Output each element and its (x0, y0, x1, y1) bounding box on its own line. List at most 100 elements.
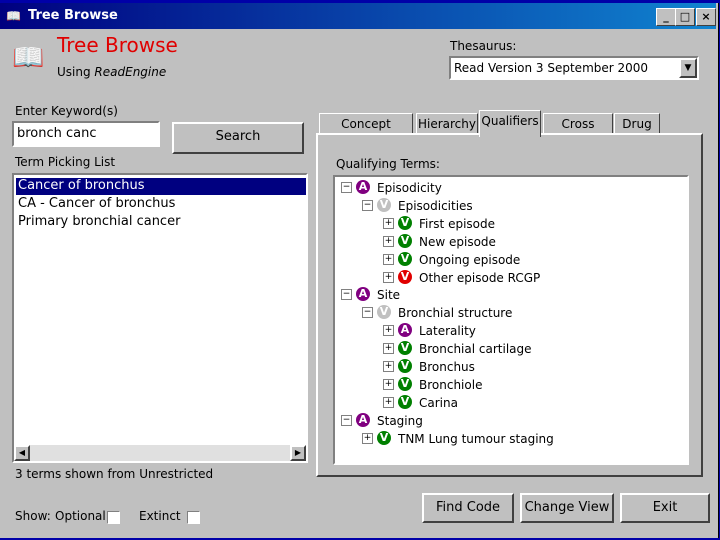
attribute-badge-icon: A (356, 412, 370, 427)
value-badge-icon: V (377, 430, 391, 445)
tree-node[interactable]: + V Carina (335, 394, 685, 412)
qualifier-tree[interactable]: − A Episodicity − V Episodicities + V First epis… (333, 175, 689, 465)
extinct-label: Extinct (139, 509, 181, 523)
expand-icon[interactable]: + (362, 432, 373, 444)
attribute-badge-icon: A (398, 323, 412, 338)
tree-node[interactable]: − V Bronchial structure (335, 304, 685, 322)
value-badge-icon: V (398, 215, 412, 230)
list-item[interactable]: Cancer of bronchus (16, 178, 306, 195)
thesaurus-value: Read Version 3 September 2000 (454, 61, 649, 75)
keyword-label: Enter Keyword(s) (15, 104, 118, 118)
expand-icon[interactable]: + (383, 271, 394, 283)
expand-icon[interactable]: + (383, 361, 394, 372)
picklist-label: Term Picking List (15, 155, 116, 169)
collapse-icon[interactable]: − (362, 307, 373, 319)
value-badge-icon: V (398, 233, 412, 248)
tree-node[interactable]: + V First episode (335, 215, 685, 233)
tab-qualifiers[interactable]: Qualifiers (479, 110, 541, 137)
tree-node[interactable]: − A Episodicity (335, 179, 685, 197)
using-line: Using ReadEngine (57, 65, 166, 79)
using-label: Using (57, 65, 91, 79)
exit-button[interactable]: Exit (620, 493, 710, 523)
tree-node[interactable]: + V New episode (335, 233, 685, 251)
tree-node[interactable]: + V TNM Lung tumour staging (335, 430, 685, 448)
attribute-badge-icon: A (356, 180, 370, 194)
optional-label: Optional (55, 509, 106, 523)
tree-node[interactable]: − V Episodicities (335, 197, 685, 215)
thesaurus-label: Thesaurus: (450, 39, 517, 53)
find-code-button[interactable]: Find Code (422, 493, 514, 523)
collapse-icon[interactable]: − (341, 414, 352, 426)
expand-icon[interactable]: + (383, 325, 394, 337)
tree-node[interactable]: + V Bronchiole (335, 376, 685, 394)
collapse-icon[interactable]: − (341, 182, 352, 193)
tree-node-label: TNM Lung tumour staging (398, 431, 554, 446)
thesaurus-select[interactable]: Read Version 3 September 2000 ▼ (449, 56, 699, 80)
tree-node-label: Laterality (419, 324, 476, 339)
value-badge-icon: V (377, 305, 391, 320)
close-button[interactable]: × (696, 8, 716, 26)
maximize-button[interactable]: □ (675, 8, 695, 26)
chevron-down-icon[interactable]: ▼ (679, 58, 697, 78)
collapse-icon[interactable]: − (362, 199, 373, 211)
qualifying-terms-label: Qualifying Terms: (336, 157, 440, 171)
tree-node-label: Bronchial structure (398, 306, 513, 321)
tree-node-label: New episode (419, 234, 496, 249)
tree-node[interactable]: + V Bronchial cartilage (335, 340, 685, 358)
expand-icon[interactable]: + (383, 396, 394, 408)
horizontal-scrollbar[interactable]: ◀ ▶ (14, 445, 306, 461)
expand-icon[interactable]: + (383, 253, 394, 265)
tree-node-label: Bronchus (419, 360, 475, 374)
tree-node-label: First episode (419, 216, 495, 231)
tree-node-label: Ongoing episode (419, 252, 521, 267)
value-badge-icon: V (398, 269, 412, 284)
tree-node[interactable]: + A Laterality (335, 322, 685, 340)
tree-node-label: Staging (377, 413, 423, 428)
tree-node[interactable]: − A Staging (335, 412, 685, 430)
tree-node-label: Episodicity (377, 181, 442, 195)
tree-node-label: Bronchial cartilage (419, 342, 532, 357)
value-badge-icon: V (398, 251, 412, 266)
list-item[interactable]: Primary bronchial cancer (16, 214, 180, 229)
value-badge-icon: V (398, 341, 412, 356)
attribute-badge-icon: A (356, 287, 370, 302)
picklist-status: 3 terms shown from Unrestricted (15, 467, 214, 481)
search-button[interactable]: Search (172, 122, 304, 154)
tree-node-label: Episodicities (398, 198, 473, 213)
term-picking-list[interactable]: Cancer of bronchus CA - Cancer of bronch… (12, 173, 308, 463)
keyword-value: bronch canc (17, 126, 97, 141)
main-window: 📖 Tree Browse _ □ × 📖 Tree Browse Using … (0, 3, 719, 538)
engine-name: ReadEngine (94, 65, 167, 79)
extinct-checkbox[interactable] (187, 511, 200, 524)
window-title: Tree Browse (28, 8, 118, 23)
list-item[interactable]: CA - Cancer of bronchus (16, 196, 175, 211)
value-badge-icon: V (377, 197, 391, 212)
expand-icon[interactable]: + (383, 235, 394, 247)
keyword-input[interactable]: bronch canc (12, 121, 160, 147)
value-badge-icon: V (398, 394, 412, 409)
optional-checkbox[interactable] (107, 511, 120, 524)
tree-node[interactable]: + V Ongoing episode (335, 251, 685, 269)
app-icon: 📖 (6, 9, 21, 23)
tree-node[interactable]: − A Site (335, 286, 685, 304)
expand-icon[interactable]: + (383, 343, 394, 355)
tree-node-label: Carina (419, 395, 458, 410)
tree-content: − A Episodicity − V Episodicities + V First epis… (335, 177, 687, 463)
book-icon: 📖 (12, 43, 45, 73)
minimize-button[interactable]: _ (656, 8, 676, 26)
tree-node-label: Site (377, 288, 401, 303)
tree-node[interactable]: + V Bronchus (335, 358, 685, 376)
qualifiers-panel: Qualifying Terms: − A Episodicity − V Episodi… (316, 133, 703, 477)
change-view-button[interactable]: Change View (520, 493, 614, 523)
expand-icon[interactable]: + (383, 378, 394, 390)
show-label: Show: (15, 509, 51, 523)
scroll-left-icon[interactable]: ◀ (14, 445, 30, 461)
title-bar: 📖 Tree Browse _ □ × (0, 3, 716, 29)
app-name: Tree Browse (57, 33, 178, 57)
tree-node-label: Bronchiole (419, 377, 483, 392)
collapse-icon[interactable]: − (341, 289, 352, 301)
value-badge-icon: V (398, 376, 412, 391)
expand-icon[interactable]: + (383, 217, 394, 229)
scroll-right-icon[interactable]: ▶ (290, 445, 306, 461)
tree-node[interactable]: + V Other episode RCGP (335, 269, 685, 287)
